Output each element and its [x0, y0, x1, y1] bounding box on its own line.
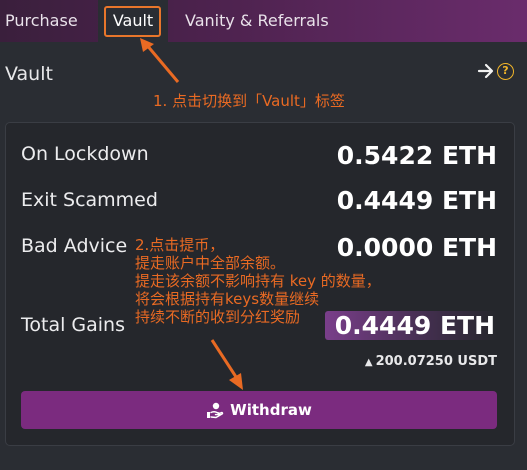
hand-money-icon: [207, 402, 224, 419]
annotation-step-2-line: 持续不断的收到分红奖励: [135, 308, 301, 326]
annotation-step-2-line: 将会根据持有keys数量继续: [135, 290, 320, 308]
withdraw-button[interactable]: Withdraw: [21, 391, 497, 429]
arrow-right-icon[interactable]: [477, 60, 495, 82]
on-lockdown-label: On Lockdown: [21, 143, 149, 165]
usdt-value: ▲ 200.07250 USDT: [365, 354, 497, 369]
on-lockdown-value: 0.5422 ETH: [336, 141, 497, 170]
annotation-arrow-1: [144, 43, 180, 83]
page-title: Vault: [5, 63, 53, 85]
annotation-step-2-line: 提走账户中全部余额。: [135, 254, 286, 272]
exit-scammed-value: 0.4449 ETH: [336, 186, 497, 215]
withdraw-label: Withdraw: [230, 401, 312, 419]
ethereum-icon: ▲: [364, 357, 373, 368]
total-gains-label: Total Gains: [21, 314, 125, 336]
tab-vanity-referrals[interactable]: Vanity & Referrals: [185, 0, 329, 42]
tab-purchase[interactable]: Purchase: [5, 0, 78, 42]
usdt-amount: 200.07250 USDT: [375, 354, 497, 369]
bad-advice-label: Bad Advice: [21, 235, 128, 257]
tab-vault-highlight-box: [104, 6, 161, 37]
annotation-step-2-line: 提走该余额不影响持有 key 的数量，: [135, 272, 381, 290]
help-icon[interactable]: ?: [497, 63, 514, 80]
annotation-step-1: 1. 点击切换到「Vault」标签: [153, 92, 345, 110]
exit-scammed-label: Exit Scammed: [21, 189, 158, 211]
annotation-step-2: 2.点击提币， 提走账户中全部余额。 提走该余额不影响持有 key 的数量， 将…: [135, 236, 435, 326]
annotation-step-2-line: 2.点击提币，: [135, 236, 225, 254]
